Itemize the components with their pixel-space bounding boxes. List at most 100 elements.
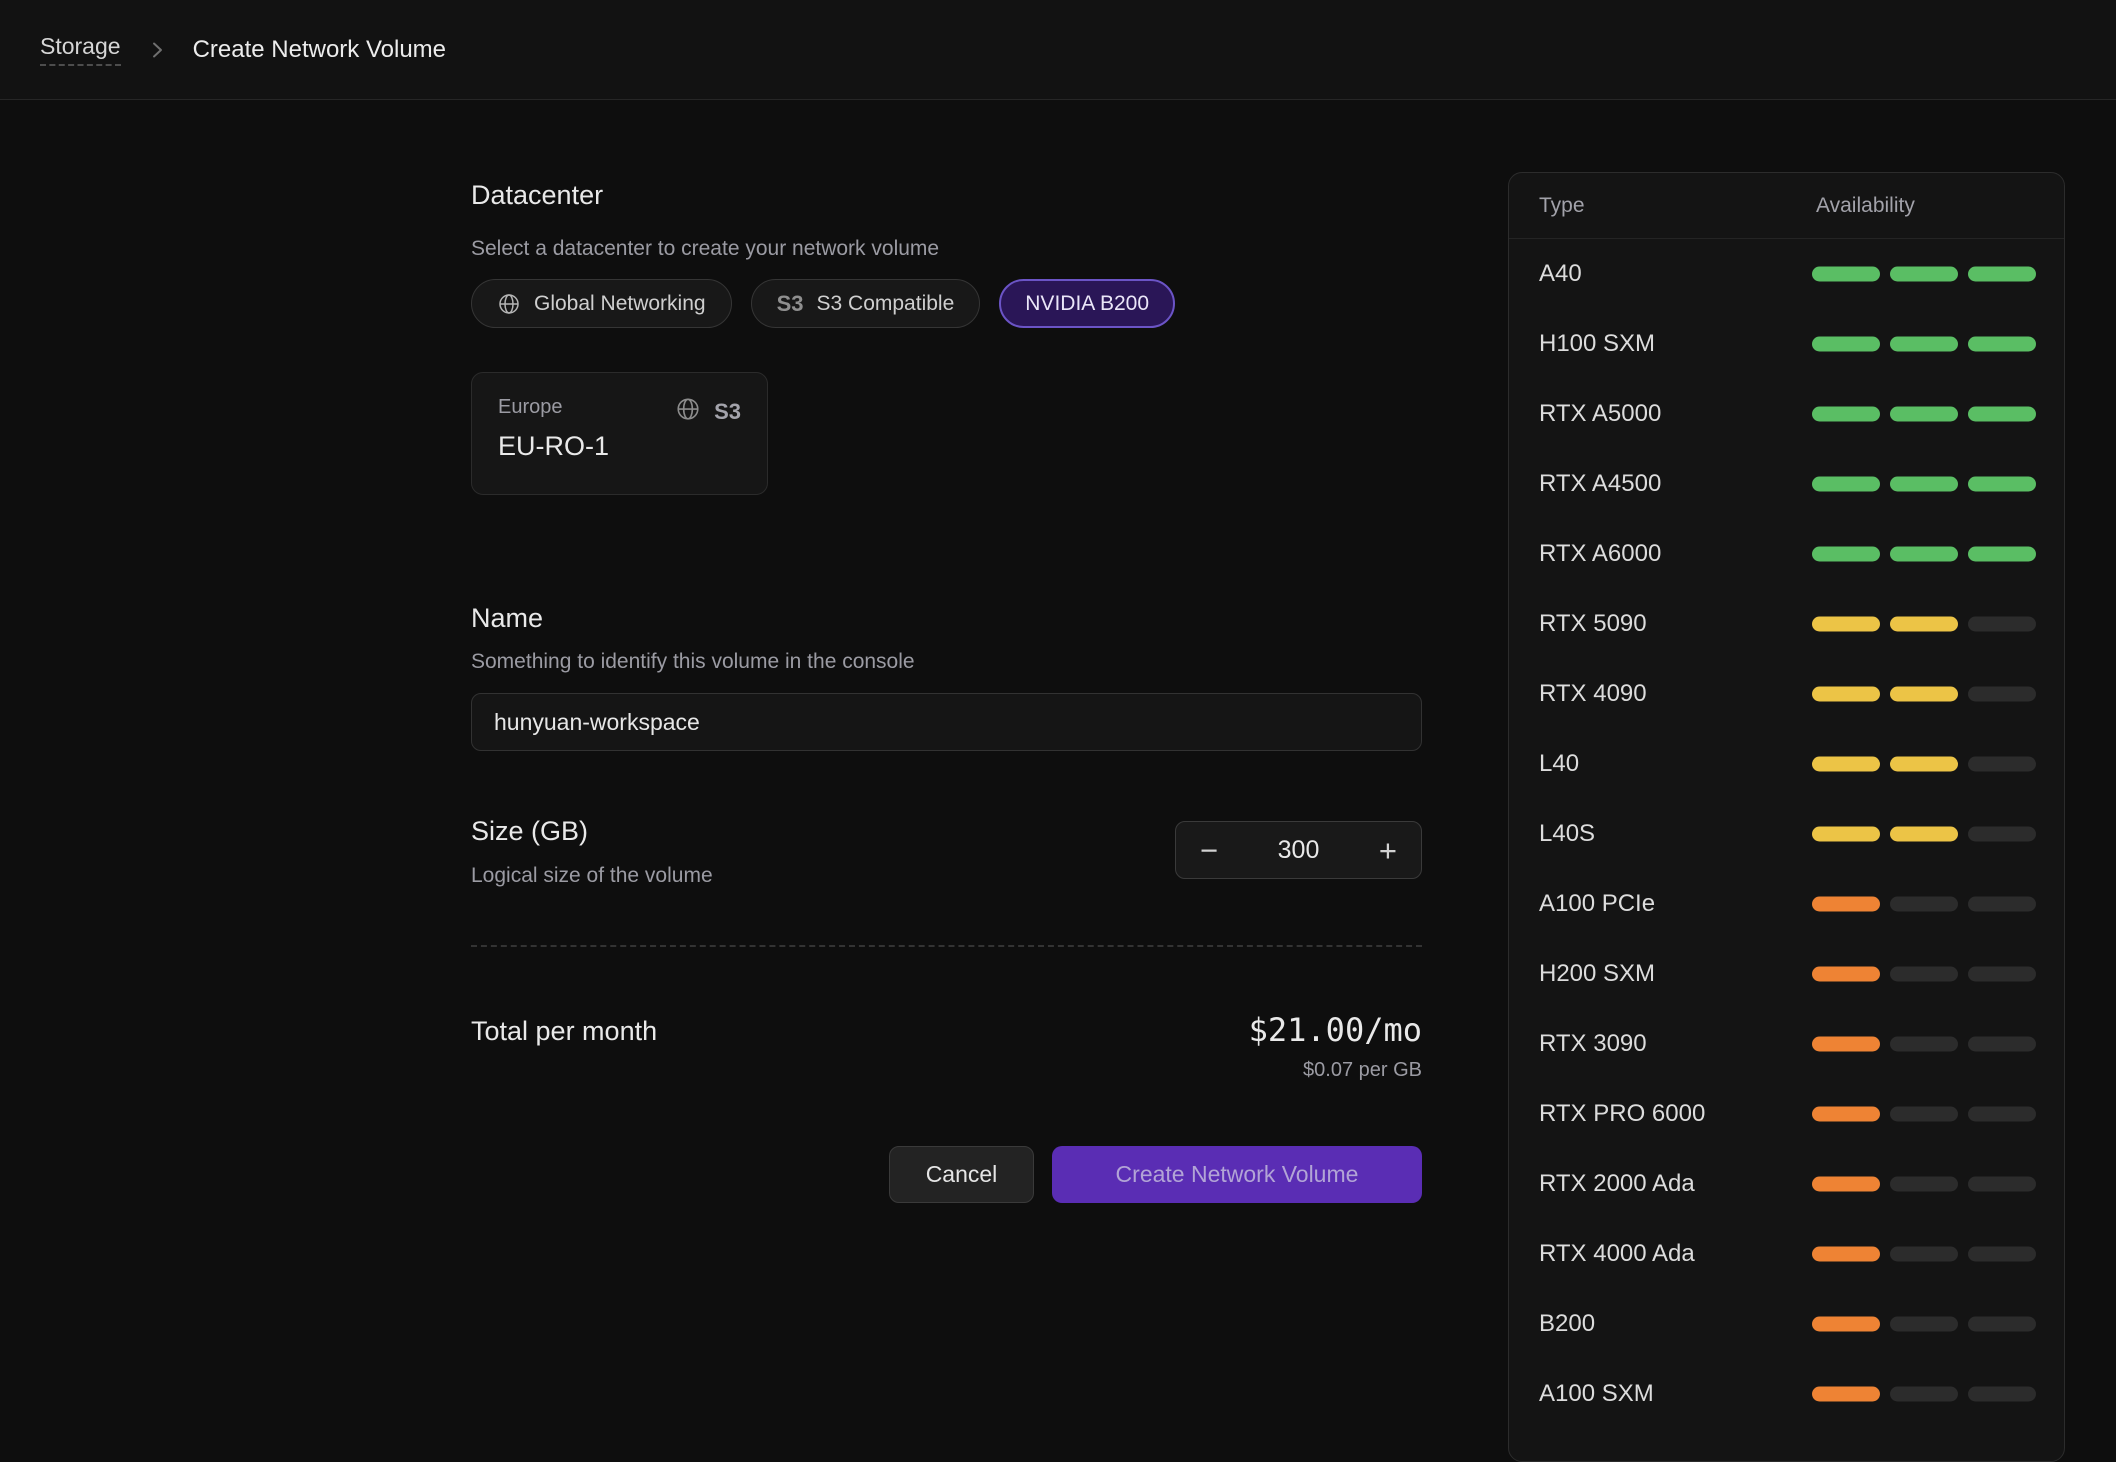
availability-segment [1968,337,2036,352]
availability-segment [1968,967,2036,982]
availability-bars [1812,687,2036,702]
availability-segment [1812,1317,1880,1332]
availability-segment [1968,267,2036,282]
globe-icon [497,292,521,316]
datacenter-name: EU-RO-1 [498,431,741,462]
availability-bars [1812,477,2036,492]
availability-segment [1890,407,1958,422]
availability-segment [1812,617,1880,632]
total-amount: $21.00/mo [1249,1009,1422,1051]
name-section-subtitle: Something to identify this volume in the… [471,649,1422,675]
create-network-volume-button[interactable]: Create Network Volume [1052,1146,1422,1203]
gpu-type-label: RTX 3090 [1539,1030,1647,1058]
gpu-type-label: RTX 5090 [1539,610,1647,638]
form-actions: Cancel Create Network Volume [471,1146,1422,1203]
availability-bars [1812,1037,2036,1052]
filter-chip-s3-compatible[interactable]: S3 S3 Compatible [751,279,981,328]
filter-chip-nvidia-b200[interactable]: NVIDIA B200 [999,279,1175,328]
availability-segment [1812,1387,1880,1402]
gpu-type-label: A100 PCIe [1539,890,1655,918]
availability-segment [1890,757,1958,772]
chevron-right-icon [145,38,169,62]
gpu-row-a100-pcie: A100 PCIe [1509,869,2064,939]
gpu-row-rtx-2000-ada: RTX 2000 Ada [1509,1149,2064,1219]
section-divider [471,945,1422,947]
gpu-row-rtx-3090: RTX 3090 [1509,1009,2064,1079]
increment-button[interactable]: + [1379,835,1397,866]
gpu-type-label: RTX A4500 [1539,470,1661,498]
filter-chip-label: NVIDIA B200 [1025,292,1149,316]
gpu-row-rtx-pro-6000: RTX PRO 6000 [1509,1079,2064,1149]
availability-bars [1812,1177,2036,1192]
gpu-type-label: RTX A6000 [1539,540,1661,568]
availability-segment [1968,477,2036,492]
filter-chip-label: Global Networking [534,292,706,316]
availability-segment [1968,1387,2036,1402]
total-label: Total per month [471,1016,657,1047]
name-section-title: Name [471,601,1422,635]
breadcrumb-link-storage[interactable]: Storage [40,33,121,66]
datacenter-section-subtitle: Select a datacenter to create your netwo… [471,236,1422,262]
volume-name-input[interactable] [471,693,1422,751]
gpu-row-l40s: L40S [1509,799,2064,869]
size-section: Size (GB) Logical size of the volume − + [471,814,1422,889]
availability-segment [1890,1387,1958,1402]
availability-segment [1968,897,2036,912]
size-value-input[interactable] [1232,835,1366,866]
availability-segment [1968,827,2036,842]
availability-bars [1812,827,2036,842]
create-volume-form: Datacenter Select a datacenter to create… [471,100,1422,1203]
availability-panel: Type Availability A40 H100 SXM RTX A5000… [1508,172,2065,1462]
column-header-availability: Availability [1816,194,1915,218]
availability-segment [1812,687,1880,702]
filter-chip-global-networking[interactable]: Global Networking [471,279,732,328]
gpu-type-label: RTX PRO 6000 [1539,1100,1705,1128]
availability-bars [1812,1387,2036,1402]
gpu-row-rtx-4000-ada: RTX 4000 Ada [1509,1219,2064,1289]
availability-bars [1812,617,2036,632]
availability-segment [1812,757,1880,772]
gpu-type-label: L40 [1539,750,1579,778]
gpu-type-label: H100 SXM [1539,330,1655,358]
availability-segment [1968,1177,2036,1192]
availability-segment [1812,547,1880,562]
total-section: Total per month $21.00/mo $0.07 per GB [471,1009,1422,1082]
column-header-type: Type [1539,194,1585,218]
availability-bars [1812,897,2036,912]
availability-segment [1968,1107,2036,1122]
gpu-row-rtx-a4500: RTX A4500 [1509,449,2064,519]
availability-bars [1812,267,2036,282]
availability-segment [1890,477,1958,492]
availability-bars [1812,407,2036,422]
gpu-type-label: RTX 2000 Ada [1539,1170,1695,1198]
availability-segment [1890,1107,1958,1122]
filter-chips: Global Networking S3 S3 Compatible NVIDI… [471,279,1422,328]
gpu-type-label: B200 [1539,1310,1595,1338]
gpu-table-body: A40 H100 SXM RTX A5000 RTX A4500 RTX A60… [1509,239,2064,1429]
size-section-subtitle: Logical size of the volume [471,863,713,889]
cancel-button[interactable]: Cancel [889,1146,1034,1203]
availability-segment [1812,827,1880,842]
gpu-type-label: A100 SXM [1539,1380,1654,1408]
availability-segment [1968,687,2036,702]
s3-badge: S3 [714,399,741,425]
gpu-row-rtx-a6000: RTX A6000 [1509,519,2064,589]
availability-segment [1812,1177,1880,1192]
total-rate: $0.07 per GB [1249,1059,1422,1082]
gpu-row-a100-sxm: A100 SXM [1509,1359,2064,1429]
availability-segment [1890,267,1958,282]
datacenter-card[interactable]: Europe S3 EU-RO-1 [471,372,768,495]
availability-segment [1812,1037,1880,1052]
gpu-row-l40: L40 [1509,729,2064,799]
gpu-row-b200: B200 [1509,1289,2064,1359]
s3-icon: S3 [777,291,804,317]
availability-segment [1890,1247,1958,1262]
availability-segment [1968,1037,2036,1052]
availability-segment [1968,1247,2036,1262]
availability-bars [1812,547,2036,562]
availability-segment [1968,1317,2036,1332]
globe-icon [675,396,701,427]
decrement-button[interactable]: − [1200,835,1218,866]
availability-segment [1812,967,1880,982]
availability-segment [1968,757,2036,772]
